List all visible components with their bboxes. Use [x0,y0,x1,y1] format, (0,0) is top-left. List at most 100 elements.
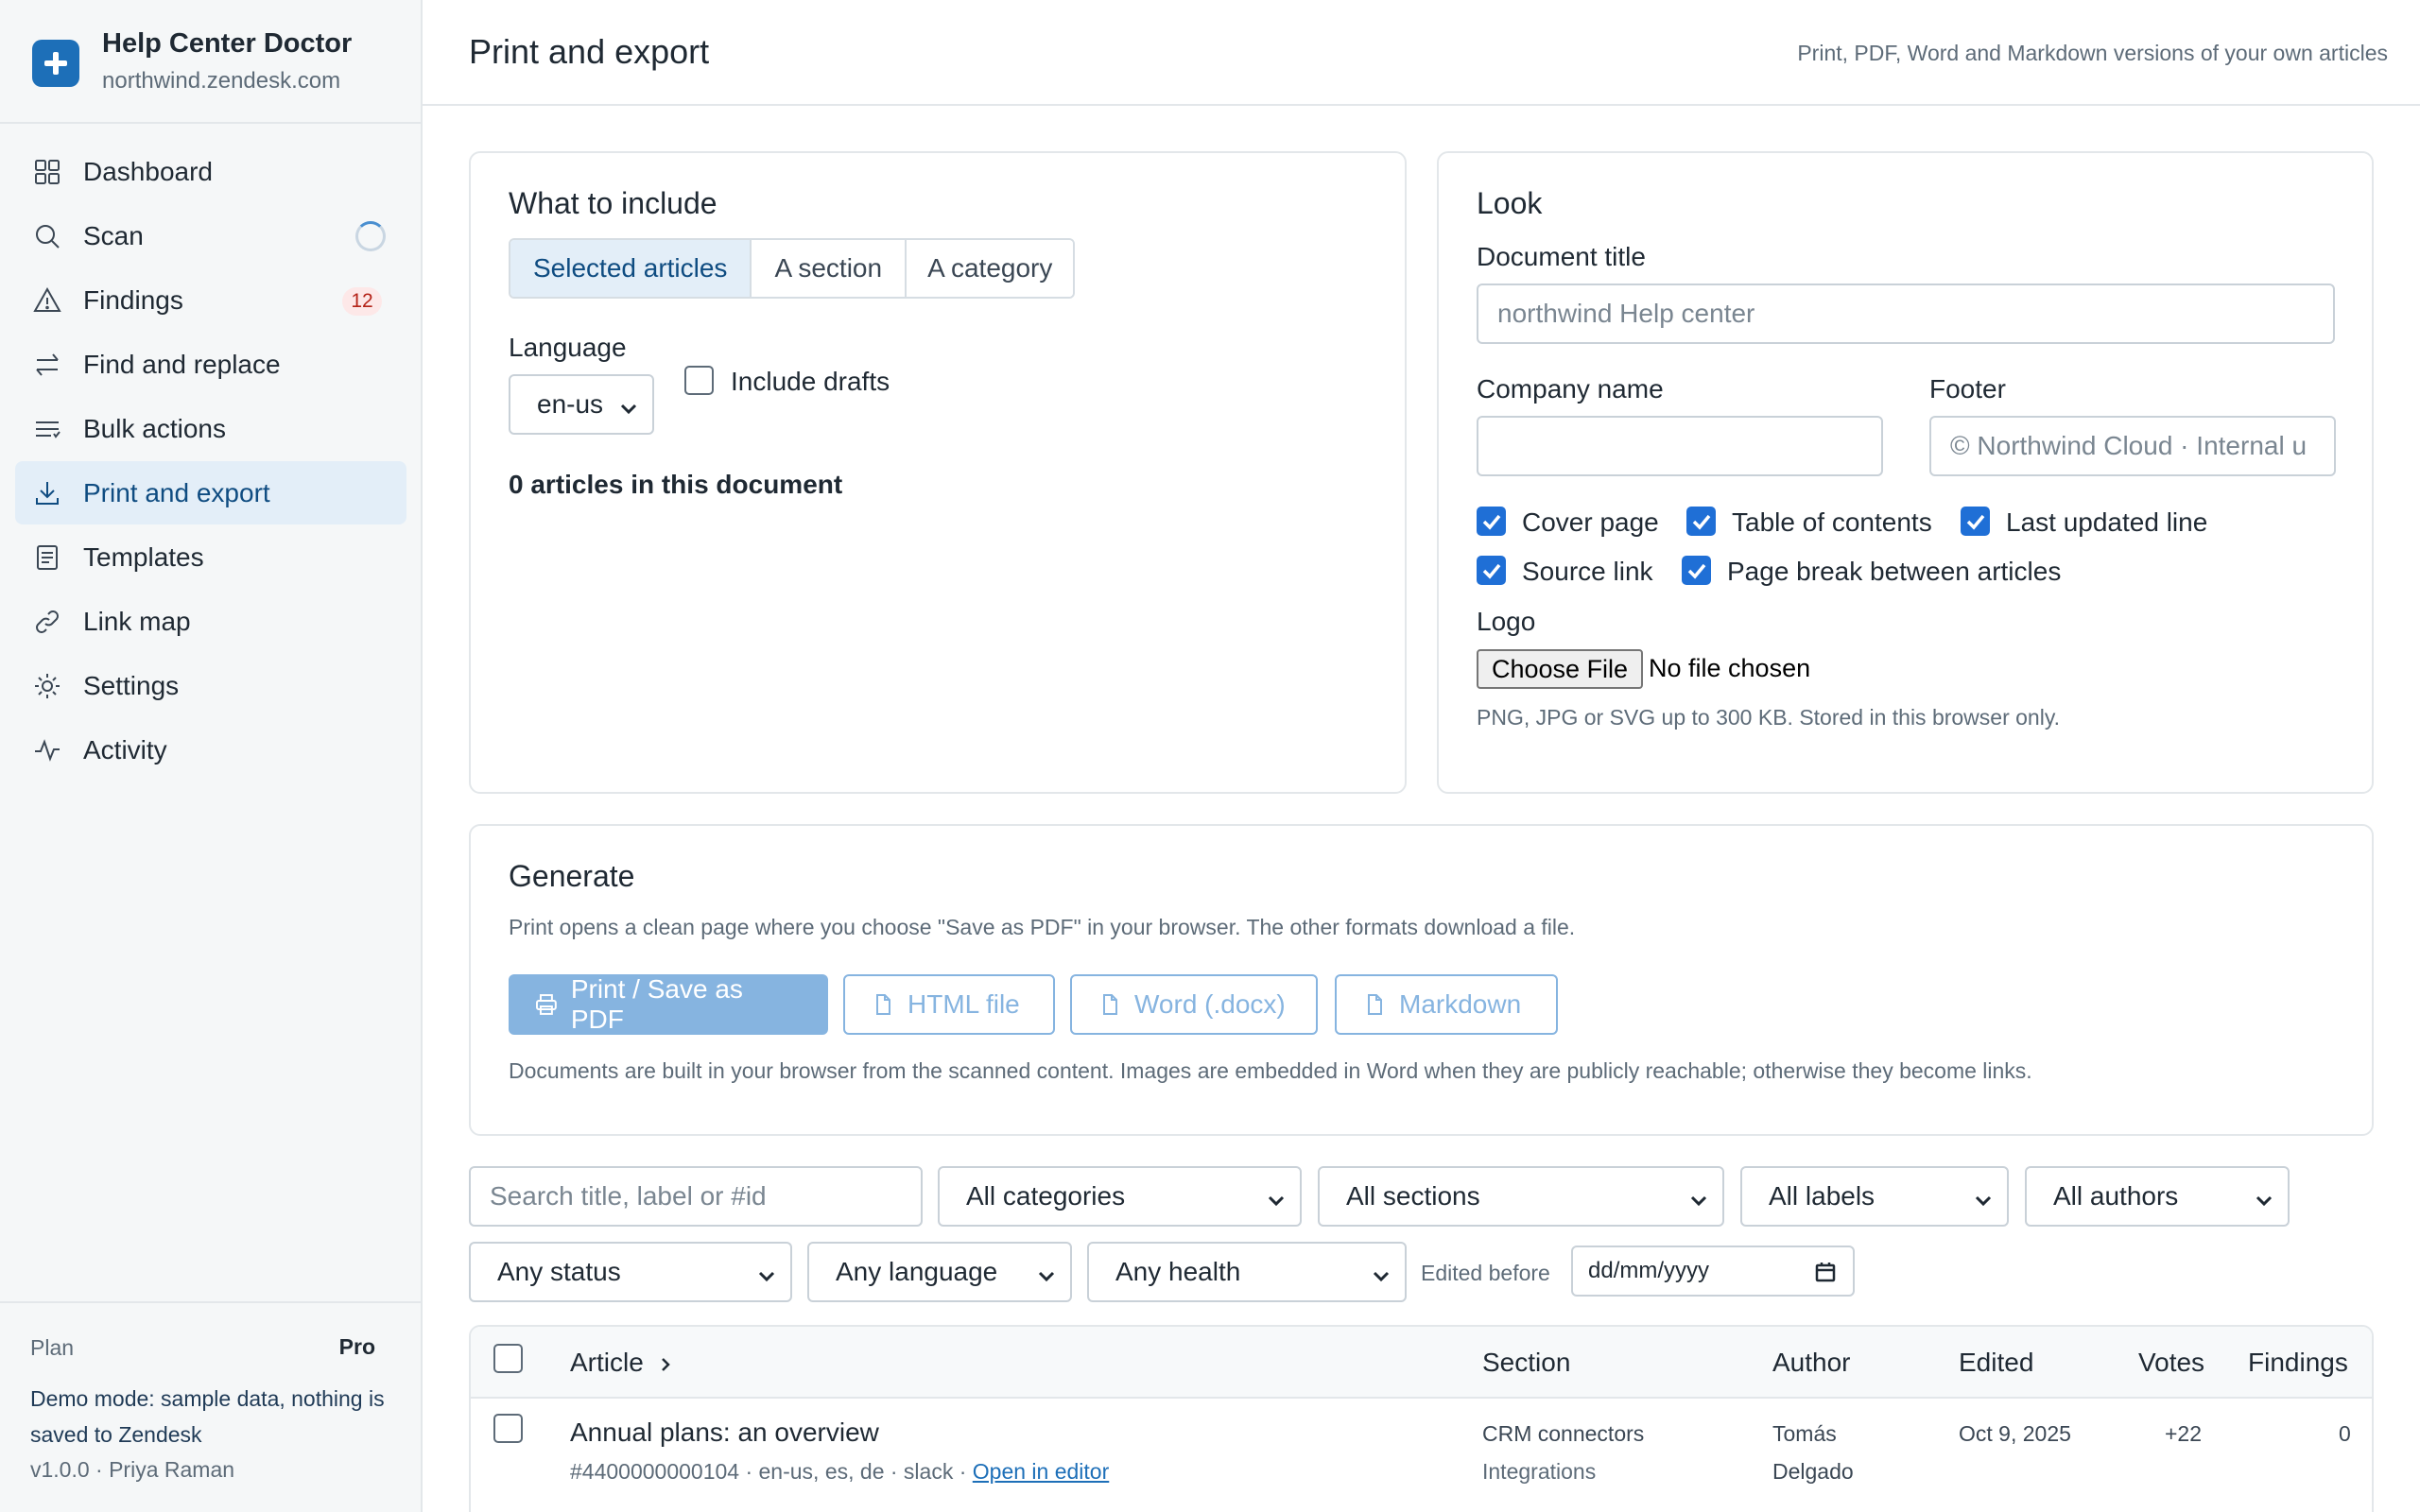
article-title[interactable]: Annual plans: an overview [570,1418,879,1448]
page-title: Print and export [469,32,710,71]
column-header-article[interactable]: Article [570,1348,674,1378]
sidebar-item-activity[interactable]: Activity [15,718,406,782]
file-icon [876,994,890,1015]
column-header-edited[interactable]: Edited [1959,1348,2033,1378]
sidebar-item-find-and-replace[interactable]: Find and replace [15,333,406,396]
search-input[interactable]: Search title, label or #id [469,1166,923,1227]
page-subtitle: Print, PDF, Word and Markdown versions o… [1797,41,2388,65]
footer-label: Footer [1929,374,2006,404]
printer-icon [535,994,557,1015]
table-of-contents-checkbox[interactable] [1686,507,1716,536]
page-header: Print and export Print, PDF, Word and Ma… [423,0,2420,106]
plan-label: Plan [30,1335,75,1360]
sidebar-item-label: Activity [83,734,167,765]
article-edited-date: Oct 9, 2025 [1959,1421,2071,1446]
word-docx-label: Word (.docx) [1134,989,1286,1019]
link-icon [32,607,62,637]
authors-filter-select[interactable]: All authors [2025,1166,2290,1227]
row-select-checkbox[interactable] [493,1414,523,1443]
search-icon [32,221,62,251]
cover-page-checkbox[interactable] [1477,507,1506,536]
chevron-right-icon [661,1357,670,1371]
edited-before-date-input[interactable]: dd/mm/yyyy [1571,1246,1855,1297]
article-author-last: Delgado [1772,1459,1854,1484]
sidebar-item-print-and-export[interactable]: Print and export [15,461,406,524]
health-filter-value: Any health [1115,1257,1241,1286]
column-header-article-label: Article [570,1348,644,1377]
date-placeholder: dd/mm/yyyy [1588,1258,1710,1283]
language-filter-select[interactable]: Any language [807,1242,1072,1302]
sidebar-item-templates[interactable]: Templates [15,525,406,589]
calendar-icon[interactable] [1813,1260,1838,1284]
sidebar-item-label: Link map [83,606,191,636]
document-title-label: Document title [1477,242,1646,271]
column-header-section[interactable]: Section [1482,1348,1570,1378]
articles-table: Article Section Author Edited Votes Find… [469,1325,2374,1512]
sidebar-item-dashboard[interactable]: Dashboard [15,140,406,203]
plan-tier-badge: Pro [338,1334,375,1359]
open-in-editor-link[interactable]: Open in editor [973,1459,1109,1484]
mode-a-category[interactable]: A category [907,240,1074,297]
list-icon [32,414,62,444]
sidebar-item-link-map[interactable]: Link map [15,590,406,653]
category-filter-select[interactable]: All categories [938,1166,1302,1227]
generate-card: Generate Print opens a clean page where … [469,824,2374,1136]
print-save-pdf-button[interactable]: Print / Save as PDF [509,974,828,1035]
column-header-findings[interactable]: Findings [2248,1348,2348,1378]
sidebar-item-label: Bulk actions [83,413,226,443]
include-card: What to include Selected articles A sect… [469,151,1407,794]
last-updated-line-checkbox[interactable] [1961,507,1990,536]
download-icon [32,478,62,508]
look-card: Look Document title northwind Help cente… [1437,151,2374,794]
app-name: Help Center Doctor [102,28,353,59]
status-filter-select[interactable]: Any status [469,1242,792,1302]
include-card-title: What to include [509,186,717,220]
include-drafts-checkbox[interactable] [684,366,714,395]
markdown-label: Markdown [1399,989,1522,1019]
sidebar-item-scan[interactable]: Scan [15,204,406,267]
document-title-input[interactable]: northwind Help center [1477,284,2335,344]
document-icon [32,542,62,573]
company-name-label: Company name [1477,374,1664,404]
sidebar-item-findings[interactable]: Findings 12 [15,268,406,332]
source-link-label: Source link [1522,557,1653,586]
look-card-title: Look [1477,186,1543,220]
mode-a-section[interactable]: A section [752,240,908,297]
section-filter-select[interactable]: All sections [1318,1166,1724,1227]
labels-filter-select[interactable]: All labels [1740,1166,2009,1227]
generate-note: Documents are built in your browser from… [509,1058,2032,1083]
mode-selected-articles[interactable]: Selected articles [510,240,752,297]
sidebar-item-bulk-actions[interactable]: Bulk actions [15,397,406,460]
choose-file-button[interactable]: Choose File [1477,649,1644,689]
html-file-button[interactable]: HTML file [843,974,1055,1035]
markdown-button[interactable]: Markdown [1335,974,1558,1035]
chevron-down-icon [1266,1187,1287,1208]
table-header: Article Section Author Edited Votes Find… [471,1327,2372,1399]
app-domain: northwind.zendesk.com [102,68,341,94]
select-all-checkbox[interactable] [493,1344,523,1373]
source-link-checkbox[interactable] [1477,556,1506,585]
footer-input[interactable]: © Northwind Cloud · Internal u [1929,416,2336,476]
sidebar-item-settings[interactable]: Settings [15,654,406,717]
column-header-votes[interactable]: Votes [2138,1348,2204,1378]
sidebar-item-label: Templates [83,541,204,572]
company-name-input[interactable] [1477,416,1883,476]
include-mode-segmented-control: Selected articles A section A category [509,238,1076,299]
generate-description: Print opens a clean page where you choos… [509,915,1576,939]
logo-label: Logo [1477,607,1536,636]
language-filter-value: Any language [836,1257,998,1286]
article-meta: #4400000000104 · en-us, es, de · slack ·… [570,1459,1109,1485]
language-select[interactable]: en-us [509,374,654,435]
sidebar-item-label: Findings [83,284,183,315]
chevron-down-icon [2254,1187,2274,1208]
demo-mode-note: Demo mode: sample data, nothing is saved… [30,1386,385,1447]
category-filter-value: All categories [966,1181,1126,1211]
health-filter-select[interactable]: Any health [1087,1242,1407,1302]
include-drafts-label: Include drafts [731,367,890,396]
logo-hint: PNG, JPG or SVG up to 300 KB. Stored in … [1477,705,2061,730]
column-header-author[interactable]: Author [1772,1348,1851,1378]
page-break-checkbox[interactable] [1682,556,1711,585]
word-docx-button[interactable]: Word (.docx) [1070,974,1318,1035]
file-status: No file chosen [1649,654,1811,682]
article-findings: 0 [2339,1421,2351,1446]
